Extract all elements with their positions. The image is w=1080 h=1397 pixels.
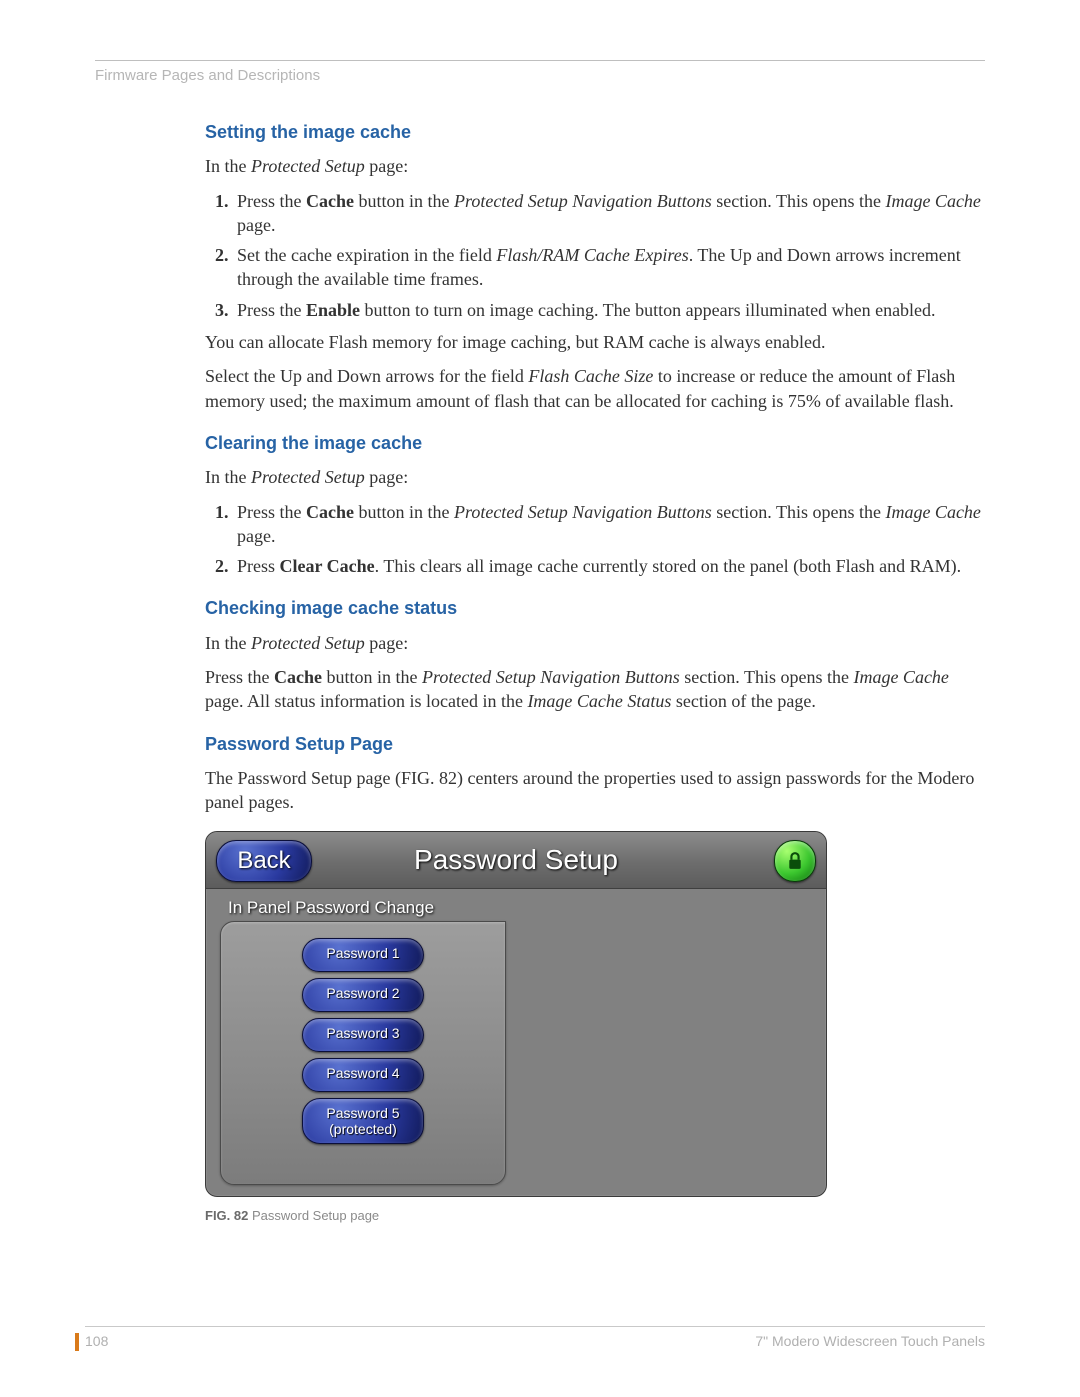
text-italic: Flash/RAM Cache Expires [496, 245, 688, 265]
text: button in the [354, 502, 454, 522]
password-3-button[interactable]: Password 3 [302, 1018, 424, 1052]
text: section of the page. [671, 691, 815, 711]
heading-password: Password Setup Page [205, 732, 985, 756]
list-item: Set the cache expiration in the field Fl… [233, 243, 985, 292]
top-rule [95, 60, 985, 61]
clearing-list: Press the Cache button in the Protected … [205, 500, 985, 579]
figure-82: Back Password Setup In Panel Password Ch… [205, 831, 985, 1225]
text: button in the [322, 667, 422, 687]
text-italic: Image Cache Status [527, 691, 671, 711]
password-4-button[interactable]: Password 4 [302, 1058, 424, 1092]
title-bar: Back Password Setup [206, 832, 826, 889]
text: section. This opens the [712, 502, 886, 522]
text-italic: Image Cache [885, 191, 980, 211]
list-item: Press the Enable button to turn on image… [233, 298, 985, 322]
text-italic: Flash Cache Size [528, 366, 653, 386]
text-bold: Cache [274, 667, 322, 687]
password-1-button[interactable]: Password 1 [302, 938, 424, 972]
screen-title: Password Setup [206, 832, 826, 888]
setting-after2: Select the Up and Down arrows for the fi… [205, 364, 985, 413]
text-italic: Protected Setup [251, 633, 365, 653]
heading-checking: Checking image cache status [205, 596, 985, 620]
text-italic: Image Cache [885, 502, 980, 522]
list-item: Press the Cache button in the Protected … [233, 189, 985, 238]
text: page. All status information is located … [205, 691, 527, 711]
text-bold: Cache [306, 502, 354, 522]
text: (protected) [307, 1121, 419, 1137]
text: In the [205, 156, 251, 176]
text: section. This opens the [712, 191, 886, 211]
setting-intro: In the Protected Setup page: [205, 154, 985, 178]
checking-body: Press the Cache button in the Protected … [205, 665, 985, 714]
page-footer: 108 7" Modero Widescreen Touch Panels [85, 1326, 985, 1349]
checking-intro: In the Protected Setup page: [205, 631, 985, 655]
text-italic: Protected Setup Navigation Buttons [454, 191, 712, 211]
text-italic: Protected Setup Navigation Buttons [422, 667, 680, 687]
device-screen: Back Password Setup In Panel Password Ch… [205, 831, 827, 1197]
text: page: [365, 633, 408, 653]
footer-accent [75, 1333, 79, 1351]
text-bold: Cache [306, 191, 354, 211]
text: In the [205, 633, 251, 653]
text-italic: Protected Setup [251, 467, 365, 487]
text: page: [365, 156, 408, 176]
text: Press the [237, 502, 306, 522]
figure-label: FIG. 82 [205, 1208, 248, 1223]
page-number: 108 [85, 1333, 108, 1349]
text: Press the [237, 300, 306, 320]
password-body: The Password Setup page (FIG. 82) center… [205, 766, 985, 815]
text: Press the [205, 667, 274, 687]
text: section. This opens the [680, 667, 854, 687]
heading-clearing: Clearing the image cache [205, 431, 985, 455]
running-header: Firmware Pages and Descriptions [95, 67, 985, 84]
text: In the [205, 467, 251, 487]
text-italic: Image Cache [853, 667, 948, 687]
setting-after1: You can allocate Flash memory for image … [205, 330, 985, 354]
text-italic: Protected Setup [251, 156, 365, 176]
text: Set the cache expiration in the field [237, 245, 496, 265]
lock-button[interactable] [774, 840, 816, 882]
text: Select the Up and Down arrows for the fi… [205, 366, 528, 386]
text: page. [237, 215, 275, 235]
lock-icon [786, 851, 804, 871]
figure-caption: FIG. 82 Password Setup page [205, 1207, 985, 1225]
text: page: [365, 467, 408, 487]
text: button to turn on image caching. The but… [360, 300, 936, 320]
setting-list: Press the Cache button in the Protected … [205, 189, 985, 322]
panel-tab-label: In Panel Password Change [228, 897, 434, 920]
text: page. [237, 526, 275, 546]
list-item: Press the Cache button in the Protected … [233, 500, 985, 549]
text: . This clears all image cache currently … [375, 556, 962, 576]
doc-title: 7" Modero Widescreen Touch Panels [755, 1333, 985, 1349]
password-2-button[interactable]: Password 2 [302, 978, 424, 1012]
password-panel: Password 1 Password 2 Password 3 Passwor… [220, 921, 506, 1185]
panel-area: In Panel Password Change Password 1 Pass… [206, 889, 826, 1197]
text-bold: Enable [306, 300, 360, 320]
main-content: Setting the image cache In the Protected… [205, 120, 985, 1224]
text: Password 5 [307, 1105, 419, 1121]
text: Press the [237, 191, 306, 211]
text: Press [237, 556, 280, 576]
list-item: Press Clear Cache. This clears all image… [233, 554, 985, 578]
password-5-button[interactable]: Password 5 (protected) [302, 1098, 424, 1144]
text-italic: Protected Setup Navigation Buttons [454, 502, 712, 522]
heading-setting: Setting the image cache [205, 120, 985, 144]
clearing-intro: In the Protected Setup page: [205, 465, 985, 489]
text: button in the [354, 191, 454, 211]
figure-caption-text: Password Setup page [248, 1208, 379, 1223]
text-bold: Clear Cache [280, 556, 375, 576]
